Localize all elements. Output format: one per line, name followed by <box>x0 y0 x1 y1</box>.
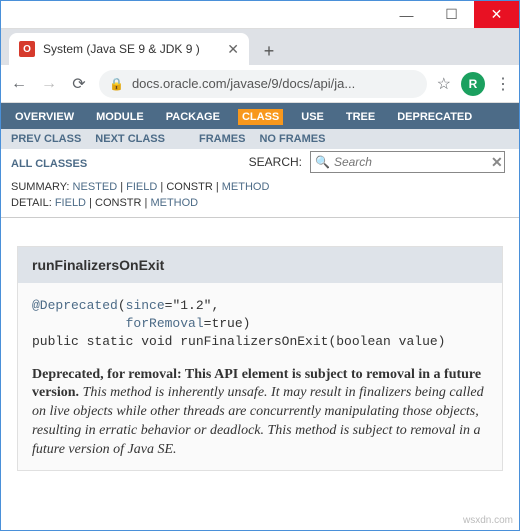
method-block: runFinalizersOnExit @Deprecated(since="1… <box>17 246 503 471</box>
detail-method[interactable]: METHOD <box>150 197 198 209</box>
tab-title: System (Java SE 9 & JDK 9 ) <box>43 42 219 56</box>
browser-tab[interactable]: O System (Java SE 9 & JDK 9 ) ✕ <box>9 33 249 65</box>
address-bar: ← → ⟳ 🔒 docs.oracle.com/javase/9/docs/ap… <box>1 65 519 103</box>
detail-constr: CONSTR <box>95 197 141 209</box>
frames-group: FRAMES NO FRAMES <box>199 133 325 145</box>
nav-all-classes[interactable]: ALL CLASSES <box>1 152 239 176</box>
nav-overview[interactable]: OVERVIEW <box>11 109 78 125</box>
nav-use[interactable]: USE <box>297 109 328 125</box>
search-clear-icon[interactable]: ✕ <box>491 154 503 171</box>
summary-nested[interactable]: NESTED <box>73 181 118 193</box>
deprecation-note: Deprecated, for removal: This API elemen… <box>18 356 502 470</box>
search-input[interactable] <box>334 155 491 169</box>
profile-avatar[interactable]: R <box>461 72 485 96</box>
oracle-favicon-icon: O <box>19 41 35 57</box>
maximize-button[interactable]: ☐ <box>429 1 474 28</box>
search-icon: 🔍 <box>315 155 330 169</box>
nav-tree[interactable]: TREE <box>342 109 379 125</box>
tab-close-icon[interactable]: ✕ <box>227 41 239 58</box>
nav-next-class[interactable]: NEXT CLASS <box>95 133 165 145</box>
annotation-forremoval-link[interactable]: forRemoval <box>126 316 204 331</box>
deprecation-description: This method is inherently unsafe. It may… <box>32 385 484 457</box>
bookmark-star-icon[interactable]: ☆ <box>437 74 451 94</box>
nav-module[interactable]: MODULE <box>92 109 148 125</box>
search-box[interactable]: 🔍 ✕ <box>310 151 505 173</box>
annotation-deprecated-link[interactable]: @Deprecated <box>32 298 118 313</box>
page-content: OVERVIEW MODULE PACKAGE CLASS USE TREE D… <box>1 103 519 530</box>
window-titlebar: — ☐ ✕ <box>1 1 519 29</box>
nav-class[interactable]: CLASS <box>238 109 283 125</box>
detail-row: DETAIL: FIELD | CONSTR | METHOD <box>1 195 519 218</box>
detail-label: DETAIL: <box>11 197 52 209</box>
new-tab-button[interactable]: + <box>255 37 283 65</box>
nav-no-frames[interactable]: NO FRAMES <box>259 133 325 145</box>
summary-constr: CONSTR <box>166 181 212 193</box>
method-signature: @Deprecated(since="1.2", forRemoval=true… <box>18 283 502 356</box>
nav-deprecated[interactable]: DEPRECATED <box>393 109 476 125</box>
all-classes-link[interactable]: ALL CLASSES <box>11 158 87 170</box>
summary-method[interactable]: METHOD <box>222 181 270 193</box>
forward-button: → <box>39 75 59 93</box>
watermark: wsxdn.com <box>463 515 513 526</box>
search-row: SEARCH: 🔍 ✕ <box>239 149 519 179</box>
summary-label: SUMMARY: <box>11 181 69 193</box>
browser-window: — ☐ ✕ O System (Java SE 9 & JDK 9 ) ✕ + … <box>0 0 520 531</box>
reload-button[interactable]: ⟳ <box>69 74 89 94</box>
back-button[interactable]: ← <box>9 75 29 93</box>
summary-field[interactable]: FIELD <box>126 181 157 193</box>
window-close-button[interactable]: ✕ <box>474 1 519 28</box>
nav-package[interactable]: PACKAGE <box>162 109 224 125</box>
url-bar[interactable]: 🔒 docs.oracle.com/javase/9/docs/api/ja..… <box>99 70 427 98</box>
browser-menu-icon[interactable]: ⋮ <box>495 74 511 94</box>
summary-row: SUMMARY: NESTED | FIELD | CONSTR | METHO… <box>1 179 519 195</box>
tab-strip: O System (Java SE 9 & JDK 9 ) ✕ + <box>1 29 519 65</box>
annotation-since-link[interactable]: since <box>126 298 165 313</box>
javadoc-top-nav: OVERVIEW MODULE PACKAGE CLASS USE TREE D… <box>1 103 519 129</box>
lock-icon: 🔒 <box>109 77 124 91</box>
detail-field[interactable]: FIELD <box>55 197 86 209</box>
method-name-heading: runFinalizersOnExit <box>18 247 502 283</box>
nav-prev-class[interactable]: PREV CLASS <box>11 133 81 145</box>
minimize-button[interactable]: — <box>384 1 429 28</box>
javadoc-sub-nav: PREV CLASS NEXT CLASS FRAMES NO FRAMES <box>1 129 519 149</box>
method-declaration: public static void runFinalizersOnExit(b… <box>32 334 445 349</box>
url-text: docs.oracle.com/javase/9/docs/api/ja... <box>132 76 417 91</box>
search-label: SEARCH: <box>249 155 302 169</box>
nav-frames[interactable]: FRAMES <box>199 133 245 145</box>
